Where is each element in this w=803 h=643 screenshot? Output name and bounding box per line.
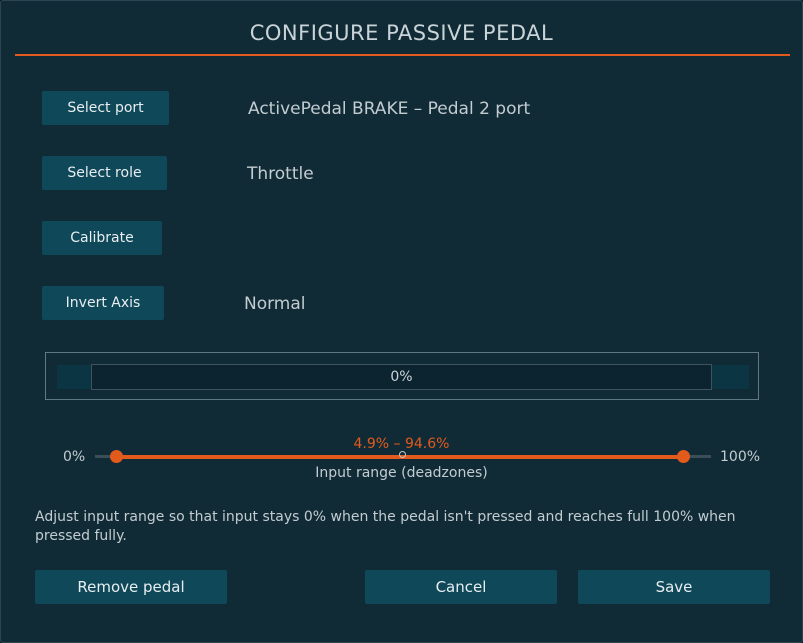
- dialog-title: CONFIGURE PASSIVE PEDAL: [249, 21, 554, 45]
- range-caption: Input range (deadzones): [315, 465, 488, 481]
- calibrate-button[interactable]: Calibrate: [42, 221, 162, 255]
- invert-axis-value: Normal: [244, 294, 306, 314]
- help-text: Adjust input range so that input stays 0…: [35, 509, 736, 544]
- invert-axis-button[interactable]: Invert Axis: [42, 286, 164, 320]
- configure-pedal-dialog: CONFIGURE PASSIVE PEDAL Select port Acti…: [0, 0, 803, 643]
- input-meter: 0%: [45, 352, 759, 400]
- range-low-handle[interactable]: [110, 450, 124, 463]
- select-port-button[interactable]: Select port: [42, 91, 169, 125]
- save-button[interactable]: Save: [578, 570, 770, 604]
- input-meter-value: 0%: [390, 369, 413, 385]
- cancel-button[interactable]: Cancel: [365, 570, 557, 604]
- role-value: Throttle: [247, 164, 314, 184]
- remove-pedal-button[interactable]: Remove pedal: [35, 570, 227, 604]
- port-value: ActivePedal BRAKE – Pedal 2 port: [248, 99, 531, 119]
- title-divider: [15, 54, 790, 56]
- select-role-button[interactable]: Select role: [42, 156, 167, 190]
- slider-center-marker: [399, 451, 406, 458]
- range-high-handle[interactable]: [676, 450, 690, 463]
